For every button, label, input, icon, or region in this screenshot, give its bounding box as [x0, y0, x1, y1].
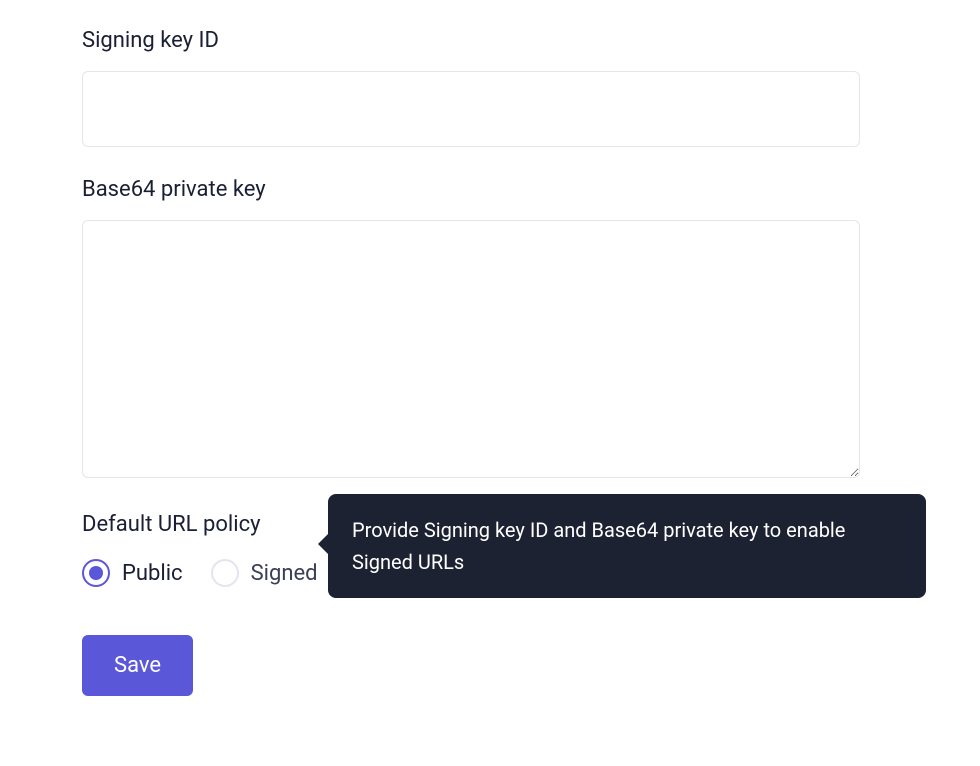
base64-private-key-group: Base64 private key: [82, 177, 898, 482]
radio-option-public[interactable]: Public: [82, 559, 183, 587]
base64-private-key-input[interactable]: [82, 220, 860, 478]
form-container: Signing key ID Base64 private key Defaul…: [0, 0, 980, 724]
base64-private-key-label: Base64 private key: [82, 177, 898, 202]
signing-key-id-group: Signing key ID: [82, 28, 898, 147]
radio-label-public: Public: [122, 561, 183, 586]
radio-label-signed: Signed: [251, 561, 318, 586]
tooltip-text: Provide Signing key ID and Base64 privat…: [352, 518, 845, 574]
radio-option-signed[interactable]: Signed: [211, 559, 318, 587]
tooltip-signed-urls: Provide Signing key ID and Base64 privat…: [328, 494, 926, 598]
signing-key-id-input[interactable]: [82, 71, 860, 147]
signing-key-id-label: Signing key ID: [82, 28, 898, 53]
radio-icon-selected: [82, 559, 110, 587]
url-policy-label: Default URL policy: [82, 512, 261, 537]
radio-icon-unselected: [211, 559, 239, 587]
save-button[interactable]: Save: [82, 635, 193, 696]
